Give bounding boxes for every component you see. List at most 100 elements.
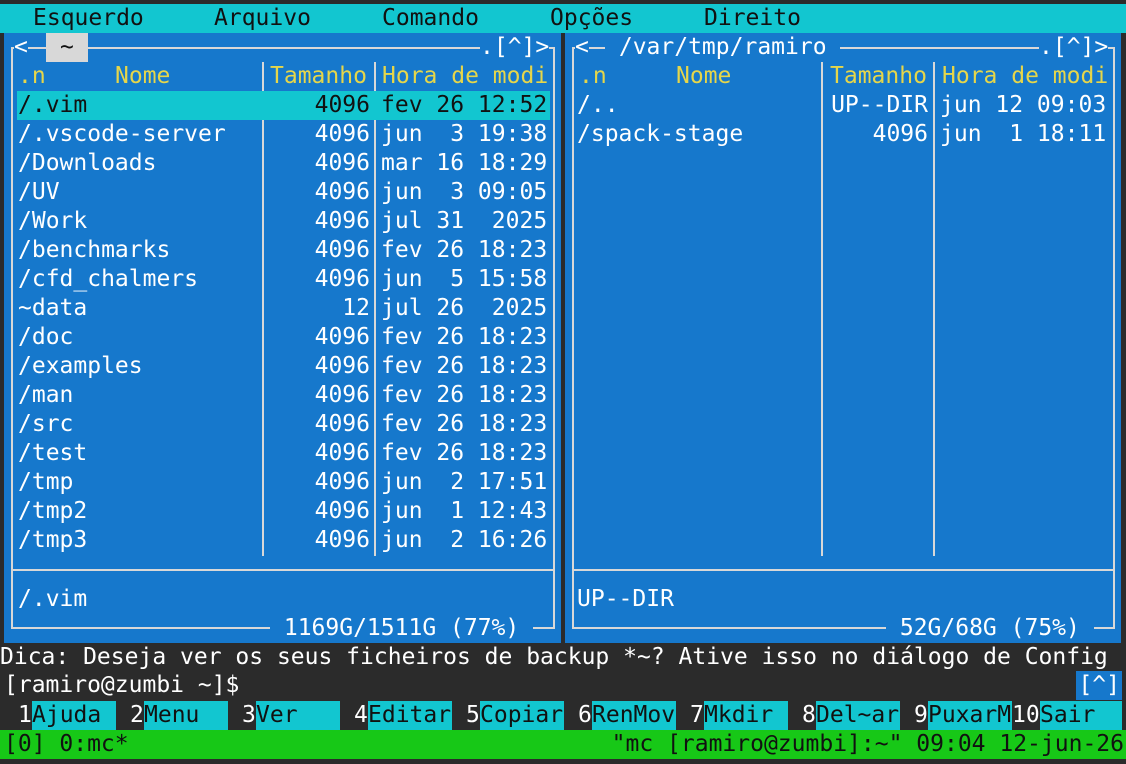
file-row[interactable]: /cfd_chalmers 4096 jun 5 15:58 [17,265,550,294]
file-name: /doc [18,324,74,350]
fkey-label: Del~ar [816,701,900,730]
left-mini-status: /.vim [18,586,88,612]
file-row[interactable]: ~data 12 jul 26 2025 [17,294,550,323]
file-name: /src [18,411,74,437]
fkey-number: 3 [242,702,256,728]
menu-opcoes[interactable]: Opções [550,4,633,33]
right-header-name[interactable]: Nome [676,62,731,91]
file-mtime: jul 31 2025 [381,208,548,234]
file-mtime: jul 26 2025 [381,295,548,321]
fkey-label: Sair [1040,701,1122,730]
fkey-number: 6 [578,702,592,728]
right-path[interactable]: /var/tmp/ramiro [605,33,841,62]
file-size: 4096 [314,498,370,524]
right-header-size[interactable]: Tamanho [830,62,927,91]
file-size: 4096 [314,92,370,118]
file-row[interactable]: /Work 4096 jul 31 2025 [17,207,550,236]
file-name: /tmp [18,469,74,495]
right-corner-left[interactable]: < [575,33,589,62]
menu-arquivo[interactable]: Arquivo [214,4,311,33]
fkey-number: 5 [466,702,480,728]
file-size: 4096 [314,382,370,408]
fkey-renmov-button[interactable]: 6 RenMov [564,701,676,730]
fkey-menu-button[interactable]: 2 Menu [116,701,228,730]
fkey-ajuda-button[interactable]: 1 Ajuda [4,701,116,730]
fkey-ver-button[interactable]: 3 Ver [228,701,340,730]
file-name: /cfd_chalmers [18,266,199,292]
fkey-mkdir-button[interactable]: 7 Mkdir [676,701,788,730]
right-sort-indicator[interactable]: .n [579,62,607,91]
prompt-text[interactable]: [ramiro@zumbi ~]$ [4,671,239,700]
fkey-label: Editar [368,701,452,730]
left-header-size[interactable]: Tamanho [270,62,367,91]
fkey-number: 9 [914,702,928,728]
fkey-number: 2 [130,702,144,728]
file-row[interactable]: /tmp3 4096 jun 2 16:26 [17,526,550,555]
file-name: /test [18,440,88,466]
file-row[interactable]: /examples 4096 fev 26 18:23 [17,352,550,381]
file-row[interactable]: /src 4096 fev 26 18:23 [17,410,550,439]
menu-esquerdo[interactable]: Esquerdo [33,4,144,33]
left-panel[interactable]: < ~ .[^]> .n Nome Tamanho Hora de modi /… [4,33,561,643]
fkey-delar-button[interactable]: 8 Del~ar [788,701,900,730]
left-sort-indicator[interactable]: .n [18,62,46,91]
file-name: /tmp3 [18,527,88,553]
file-mtime: jun 2 17:51 [381,469,548,495]
file-row[interactable]: /man 4096 fev 26 18:23 [17,381,550,410]
file-name: ~data [18,295,88,321]
fkey-editar-button[interactable]: 4 Editar [340,701,452,730]
left-path-tab[interactable]: ~ [46,33,88,62]
menu-direito[interactable]: Direito [704,4,801,33]
file-size: 4096 [314,150,370,176]
file-mtime: fev 26 18:23 [381,382,548,408]
file-row[interactable]: /.vim 4096 fev 26 12:52 [17,91,550,120]
left-corner-right[interactable]: .[^]> [480,33,550,62]
file-mtime: fev 26 18:23 [381,353,548,379]
prompt-history-button[interactable]: [^] [1076,671,1122,700]
right-disk-usage: 52G/68G (75%) [886,614,1094,643]
file-size: 4096 [314,469,370,495]
file-mtime: jun 2 16:26 [381,527,548,553]
file-row[interactable]: /Downloads 4096 mar 16 18:29 [17,149,550,178]
file-row[interactable]: /.. UP--DIR jun 12 09:03 [576,91,1109,120]
left-disk-usage: 1169G/1511G (77%) [270,614,534,643]
file-row[interactable]: /.vscode-server 4096 jun 3 19:38 [17,120,550,149]
menu-comando[interactable]: Comando [382,4,479,33]
fkey-label: Ajuda [32,701,116,730]
file-mtime: fev 26 12:52 [381,92,548,118]
file-name: /.vim [18,92,88,118]
file-row[interactable]: /doc 4096 fev 26 18:23 [17,323,550,352]
left-header-time[interactable]: Hora de modi [382,62,548,91]
fkey-puxarm-button[interactable]: 9 PuxarM [900,701,1012,730]
fkey-number: 8 [802,702,816,728]
file-row[interactable]: /spack-stage 4096 jun 1 18:11 [576,120,1109,149]
right-header-time[interactable]: Hora de modi [942,62,1108,91]
fkey-sair-button[interactable]: 10 Sair [1012,701,1122,730]
file-mtime: fev 26 18:23 [381,411,548,437]
fkey-number: 7 [690,702,704,728]
fkey-label: Menu [144,701,228,730]
right-panel[interactable]: < /var/tmp/ramiro .[^]> .n Nome Tamanho … [565,33,1121,643]
file-mtime: jun 12 09:03 [940,92,1107,118]
file-row[interactable]: /test 4096 fev 26 18:23 [17,439,550,468]
file-size: 4096 [314,411,370,437]
fkey-copiar-button[interactable]: 5 Copiar [452,701,564,730]
left-corner-left[interactable]: < [14,33,28,62]
right-corner-right[interactable]: .[^]> [1039,33,1109,62]
file-name: /UV [18,179,60,205]
left-header-name[interactable]: Nome [115,62,170,91]
tmux-status-bar: [0] 0:mc* "mc [ramiro@zumbi]:~" 09:04 12… [0,730,1126,759]
file-mtime: jun 3 09:05 [381,179,548,205]
file-size: 12 [342,295,370,321]
file-row[interactable]: /UV 4096 jun 3 09:05 [17,178,550,207]
file-size: 4096 [314,237,370,263]
right-mini-status: UP--DIR [577,586,674,612]
file-size: 4096 [872,121,928,147]
file-row[interactable]: /tmp 4096 jun 2 17:51 [17,468,550,497]
tmux-window-list[interactable]: [0] 0:mc* [4,730,129,759]
file-row[interactable]: /tmp2 4096 jun 1 12:43 [17,497,550,526]
file-row[interactable]: /benchmarks 4096 fev 26 18:23 [17,236,550,265]
file-name: /Downloads [18,150,157,176]
shell-prompt[interactable]: [ramiro@zumbi ~]$ [^] [0,671,1126,700]
fkey-number: 4 [354,702,368,728]
